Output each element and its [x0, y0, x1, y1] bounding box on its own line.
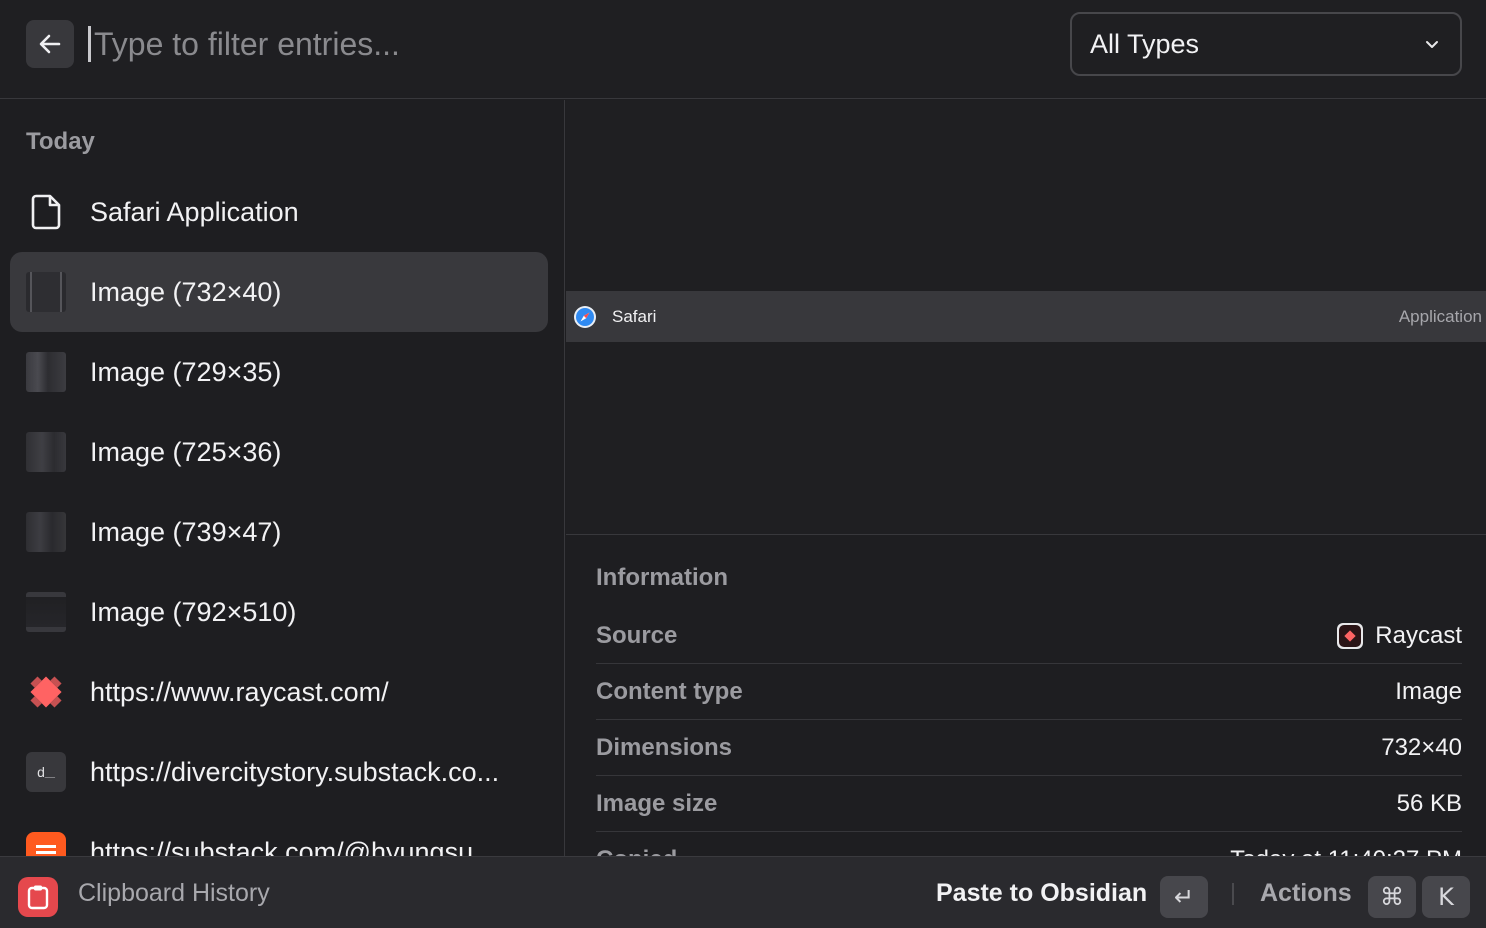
info-row-copied: Copied Today at 11:40:27 PM	[596, 832, 1462, 856]
info-key: Dimensions	[596, 734, 733, 761]
section-title-today: Today	[26, 128, 95, 155]
information-panel: Information Source Raycast Content type …	[566, 536, 1486, 856]
list-item[interactable]: https://substack.com/@hyungsu	[10, 812, 548, 856]
list-item-label: Image (729×35)	[90, 357, 282, 387]
info-key: Copied	[596, 832, 677, 856]
info-key: Source	[596, 622, 678, 649]
list-item[interactable]: Image (792×510)	[10, 572, 548, 652]
information-title: Information	[596, 564, 728, 591]
raycast-app-icon	[1337, 623, 1364, 649]
info-value: Raycast	[1337, 608, 1462, 664]
info-key: Content type	[596, 678, 743, 705]
type-filter-value: All Types	[1090, 28, 1200, 59]
list-item[interactable]: Image (739×47)	[10, 492, 548, 572]
search-bar: All Types	[0, 0, 1486, 99]
enter-key-hint: ↵	[1160, 876, 1208, 918]
actions-button[interactable]: Actions	[1260, 857, 1352, 928]
action-bar: Clipboard History Paste to Obsidian ↵ Ac…	[0, 856, 1486, 928]
list-item-label: https://www.raycast.com/	[90, 677, 389, 707]
info-value: Today at 11:40:27 PM	[1230, 832, 1462, 856]
k-key-hint: K	[1422, 876, 1470, 918]
list-item[interactable]: https://www.raycast.com/	[10, 652, 548, 732]
info-row-dimensions: Dimensions 732×40	[596, 720, 1462, 776]
back-button[interactable]	[26, 20, 74, 68]
info-value-text: Raycast	[1375, 622, 1462, 649]
image-thumbnail	[26, 352, 66, 392]
substack-icon	[26, 832, 66, 856]
cmd-key-hint: ⌘	[1368, 876, 1416, 918]
image-thumbnail	[26, 512, 66, 552]
list-item[interactable]: Image (729×35)	[10, 332, 548, 412]
list-item[interactable]: Image (725×36)	[10, 412, 548, 492]
raycast-icon	[26, 672, 66, 712]
preview-pane: Safari Application	[566, 100, 1486, 535]
text-caret	[88, 26, 91, 62]
list-item-label: Image (732×40)	[90, 277, 282, 307]
info-row-source: Source Raycast	[596, 608, 1462, 664]
image-thumbnail	[26, 272, 66, 312]
info-row-content-type: Content type Image	[596, 664, 1462, 720]
preview-app-name: Safari	[612, 307, 657, 326]
preview-app-kind: Application	[1398, 307, 1482, 326]
info-key: Image size	[596, 790, 718, 817]
preview-image: Safari Application	[566, 291, 1486, 342]
list-item-label: https://divercitystory.substack.co...	[90, 757, 500, 787]
image-thumbnail	[26, 592, 66, 632]
clipboard-list: Today Safari Application Image (732×40) …	[0, 100, 565, 856]
chevron-down-icon	[1426, 41, 1438, 48]
info-value: 56 KB	[1396, 790, 1462, 817]
document-icon	[26, 192, 66, 232]
list-item-label: Safari Application	[90, 197, 299, 227]
type-filter-dropdown[interactable]: All Types	[1070, 12, 1462, 76]
divider	[1232, 883, 1234, 905]
safari-icon	[574, 306, 596, 328]
list-item-selected[interactable]: Image (732×40)	[10, 252, 548, 332]
list-item[interactable]: d ___ https://divercitystory.substack.co.…	[10, 732, 548, 812]
list-item-label: Image (739×47)	[90, 517, 282, 547]
list-item-label: Image (792×510)	[90, 597, 297, 627]
search-field[interactable]	[88, 22, 1028, 66]
list-item-label: Image (725×36)	[90, 437, 282, 467]
image-thumbnail	[26, 432, 66, 472]
favicon-d-icon: d ___	[26, 752, 66, 792]
info-value: 732×40	[1381, 734, 1462, 761]
search-input[interactable]	[94, 22, 1014, 66]
command-title: Clipboard History	[78, 879, 270, 907]
info-row-image-size: Image size 56 KB	[596, 776, 1462, 832]
list-item-label: https://substack.com/@hyungsu	[90, 837, 474, 856]
list-item[interactable]: Safari Application	[10, 172, 548, 252]
arrow-left-icon	[39, 34, 61, 54]
info-value: Image	[1395, 678, 1462, 705]
clipboard-icon	[18, 877, 58, 917]
paste-to-obsidian-button[interactable]: Paste to Obsidian	[936, 857, 1147, 928]
